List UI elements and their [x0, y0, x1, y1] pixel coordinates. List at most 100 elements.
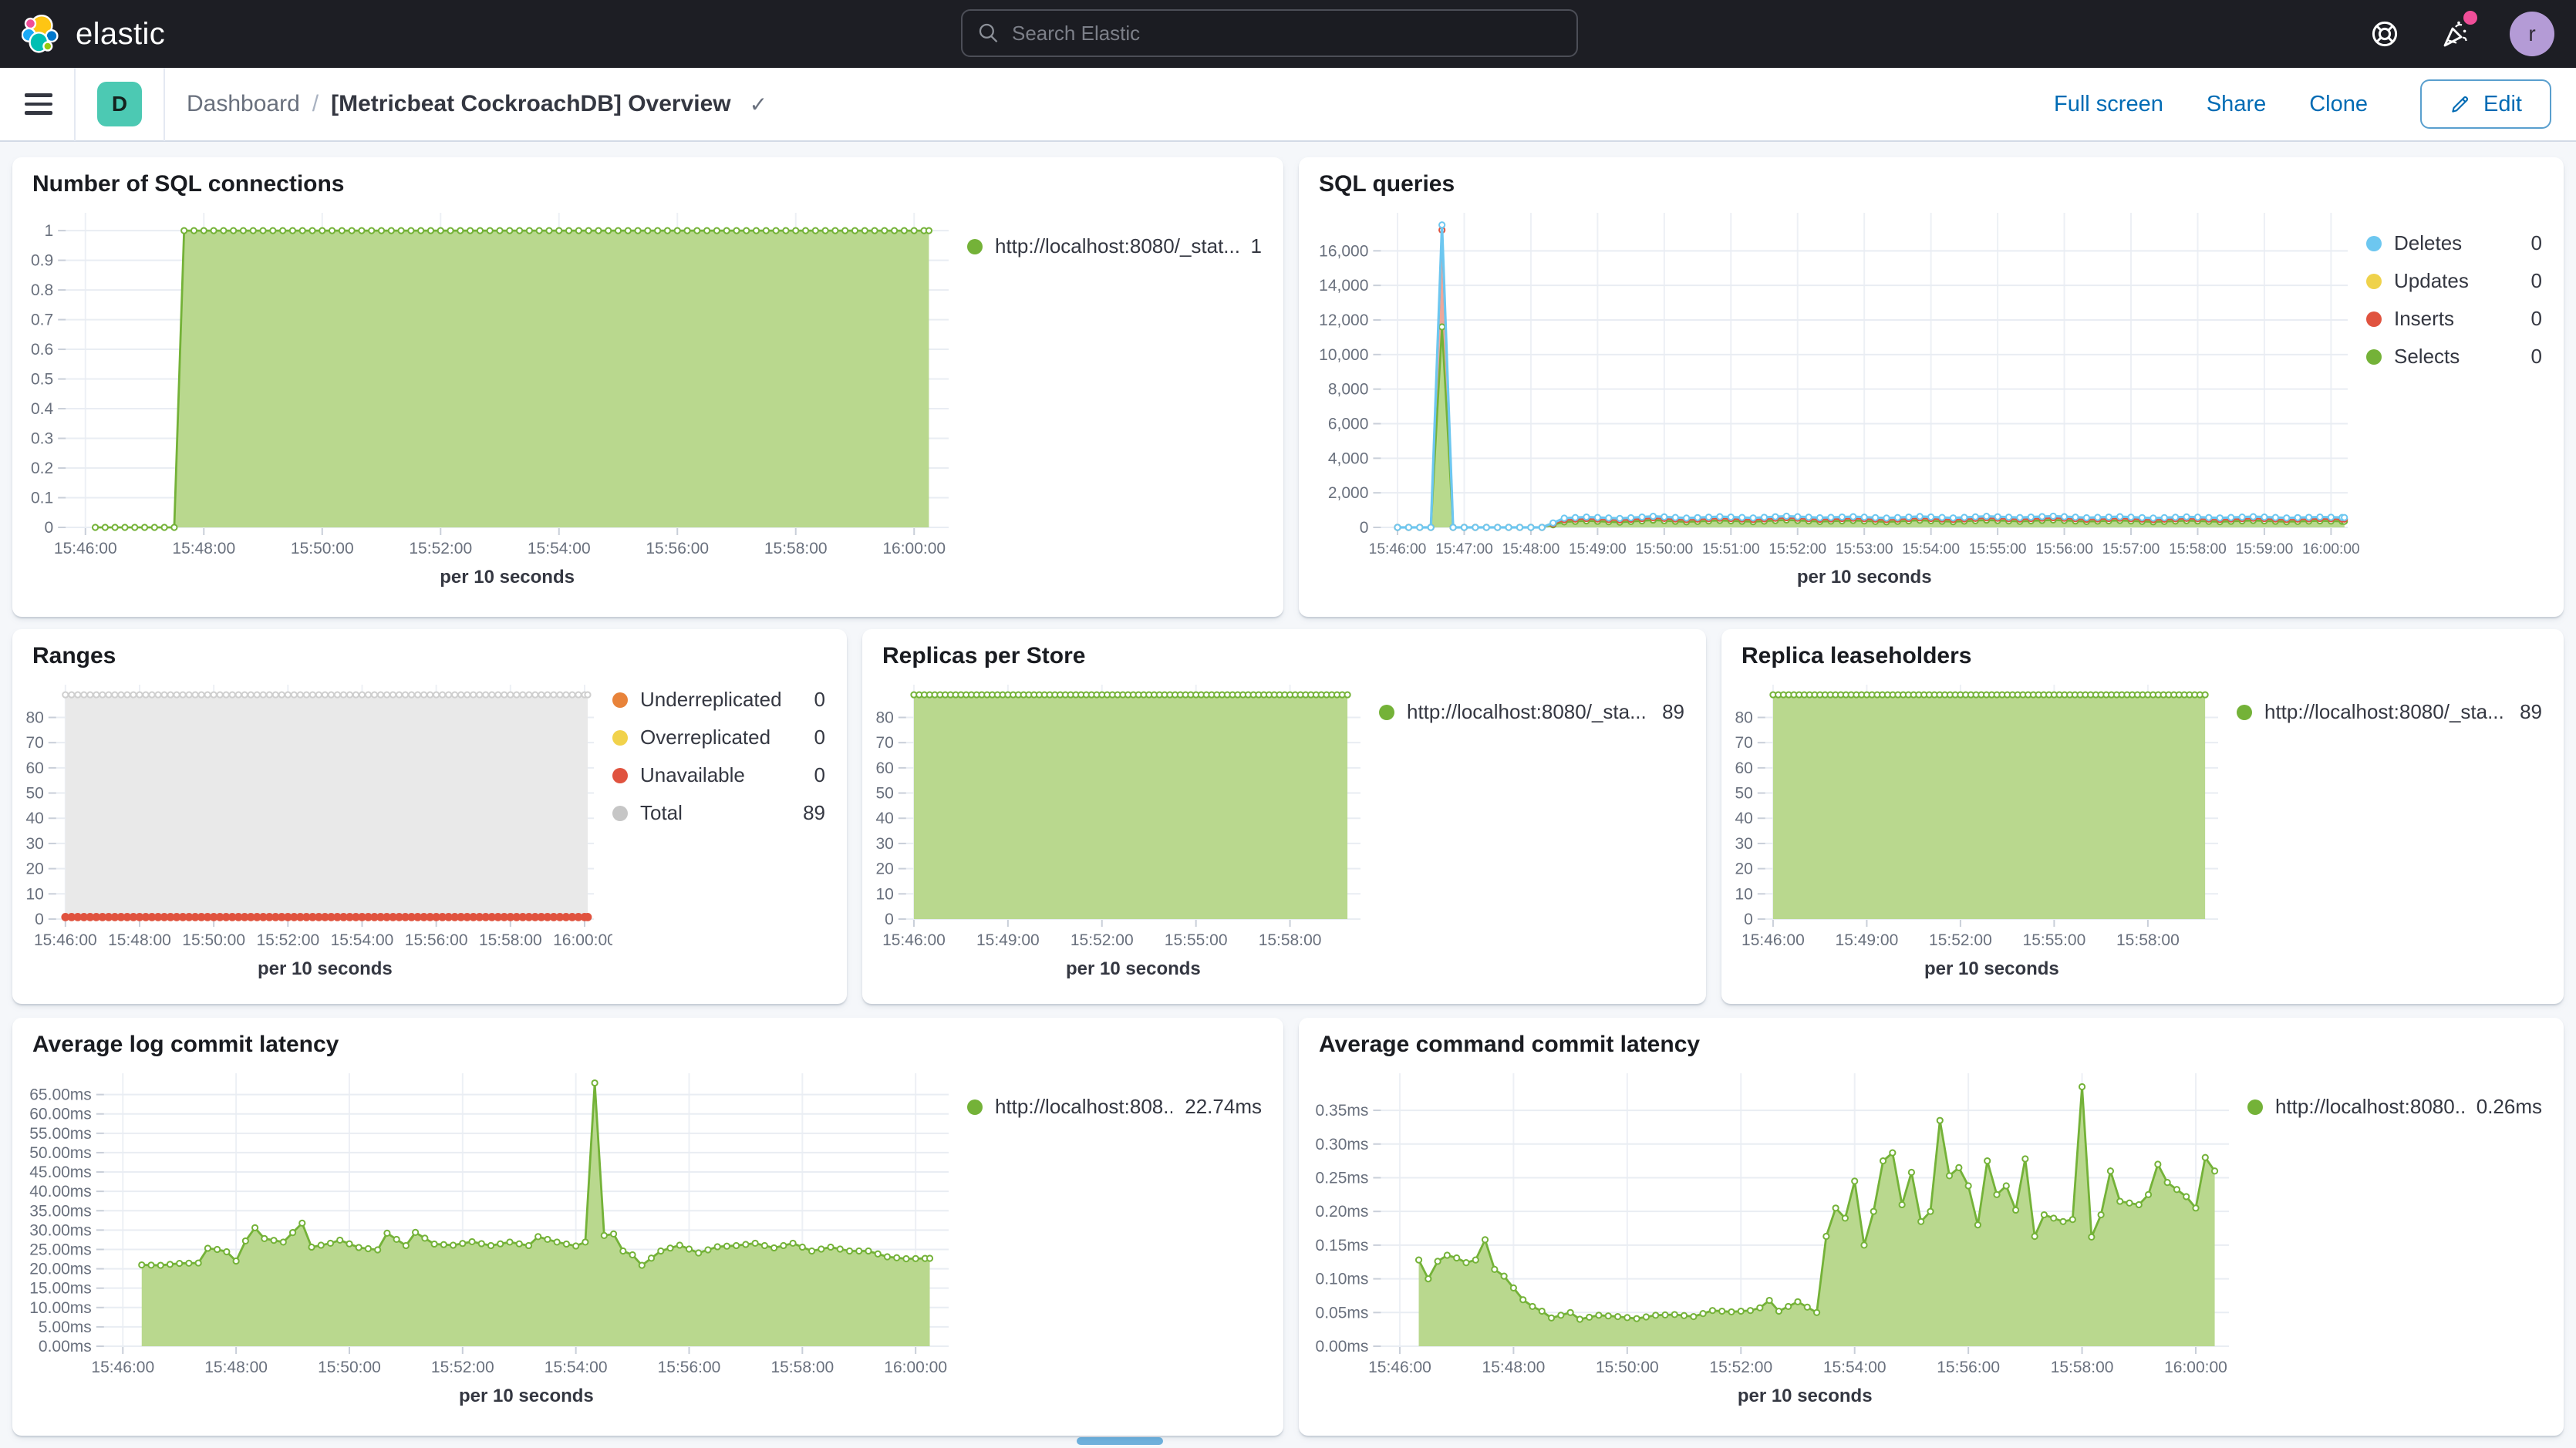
replica-leaseholders-chart[interactable]: 15:46:0015:49:0015:52:0015:55:0015:58:00…	[1721, 672, 2237, 987]
svg-text:50: 50	[1735, 785, 1752, 803]
breadcrumb-dashboard-link[interactable]: Dashboard	[187, 91, 300, 117]
svg-text:15:46:00: 15:46:00	[54, 540, 117, 557]
svg-text:20: 20	[25, 860, 43, 878]
legend-label: Updates	[2394, 269, 2469, 293]
legend-value: 0	[814, 726, 825, 749]
svg-text:0.4: 0.4	[31, 400, 54, 418]
svg-text:15:57:00: 15:57:00	[2102, 541, 2160, 557]
svg-text:15:55:00: 15:55:00	[1165, 931, 1228, 949]
legend-label: Unavailable	[640, 763, 745, 787]
svg-text:15:50:00: 15:50:00	[1635, 541, 1693, 557]
svg-text:16:00:00: 16:00:00	[553, 931, 612, 949]
legend-item[interactable]: Deletes0	[2366, 231, 2542, 255]
legend-dot-icon	[2366, 274, 2382, 289]
newsfeed-button[interactable]	[2439, 17, 2473, 51]
svg-text:15:46:00: 15:46:00	[91, 1359, 154, 1376]
svg-text:0: 0	[35, 911, 44, 928]
legend-label: Total	[640, 801, 683, 825]
svg-text:16:00:00: 16:00:00	[882, 540, 946, 557]
legend-item[interactable]: http://localhost:8080/_sta...89	[2237, 700, 2542, 724]
legend-value: 0	[814, 688, 825, 712]
ranges-chart[interactable]: 15:46:0015:48:0015:50:0015:52:0015:54:00…	[12, 672, 612, 987]
divider	[74, 67, 76, 141]
svg-text:15:46:00: 15:46:00	[882, 931, 946, 949]
legend-item[interactable]: Unavailable 0	[612, 763, 825, 787]
svg-text:10: 10	[875, 885, 893, 903]
legend-item[interactable]: Selects0	[2366, 345, 2542, 369]
svg-text:0.1: 0.1	[31, 490, 53, 507]
legend-item[interactable]: Total89	[612, 801, 825, 825]
legend-item[interactable]: Underreplicated0	[612, 688, 825, 712]
svg-text:15:46:00: 15:46:00	[34, 931, 97, 949]
sql-queries-chart[interactable]: 15:46:0015:47:0015:48:0015:49:0015:50:00…	[1299, 200, 2366, 595]
svg-text:15:54:00: 15:54:00	[545, 1359, 608, 1376]
dashboard-app-badge[interactable]: D	[97, 82, 142, 126]
svg-text:per 10 seconds: per 10 seconds	[1066, 958, 1201, 979]
svg-text:15:54:00: 15:54:00	[1823, 1359, 1886, 1376]
chart-legend: http://localhost:8080/_sta...89	[2237, 672, 2564, 738]
svg-text:14,000: 14,000	[1319, 277, 1368, 295]
legend-dot-icon	[2366, 311, 2382, 327]
legend-item[interactable]: http://localhost:8080/_stat...1	[967, 234, 1262, 258]
legend-value: 0	[2531, 307, 2542, 331]
legend-value: 22.74ms	[1185, 1095, 1262, 1119]
global-search[interactable]	[961, 9, 1578, 57]
svg-text:80: 80	[875, 709, 893, 726]
full-screen-button[interactable]: Full screen	[2054, 92, 2163, 117]
user-avatar[interactable]: r	[2510, 12, 2554, 56]
share-button[interactable]: Share	[2207, 92, 2266, 117]
search-icon	[978, 22, 1000, 44]
svg-text:15:52:00: 15:52:00	[409, 540, 472, 557]
svg-text:40.00ms: 40.00ms	[29, 1183, 92, 1200]
title-check-icon[interactable]: ✓	[750, 92, 767, 117]
legend-item[interactable]: Updates0	[2366, 269, 2542, 293]
breadcrumb-separator: /	[312, 91, 319, 117]
svg-text:15:54:00: 15:54:00	[331, 931, 394, 949]
replicas-per-store-chart[interactable]: 15:46:0015:49:0015:52:0015:55:0015:58:00…	[862, 672, 1379, 987]
help-button[interactable]	[2368, 17, 2402, 51]
svg-text:40: 40	[25, 810, 43, 827]
legend-item[interactable]: Overreplicated0	[612, 726, 825, 749]
svg-text:15:52:00: 15:52:00	[1768, 541, 1826, 557]
svg-text:20: 20	[1735, 860, 1752, 878]
panel-log-commit-latency: Average log commit latency 15:46:0015:48…	[12, 1018, 1283, 1436]
legend-dot-icon	[967, 1099, 983, 1115]
panel-title: Average log commit latency	[12, 1018, 1283, 1061]
elastic-logo[interactable]: elastic	[22, 14, 165, 54]
svg-text:0.2: 0.2	[31, 460, 53, 477]
log-commit-latency-chart[interactable]: 15:46:0015:48:0015:50:0015:52:0015:54:00…	[12, 1061, 967, 1414]
svg-text:15:46:00: 15:46:00	[1368, 1359, 1431, 1376]
svg-text:15:52:00: 15:52:00	[431, 1359, 494, 1376]
legend-dot-icon	[2247, 1099, 2263, 1115]
svg-text:60.00ms: 60.00ms	[29, 1106, 92, 1123]
panel-sql-queries: SQL queries 15:46:0015:47:0015:48:0015:4…	[1299, 157, 2564, 617]
legend-value: 0	[814, 763, 825, 787]
svg-text:per 10 seconds: per 10 seconds	[1924, 958, 2059, 979]
menu-button[interactable]	[25, 93, 52, 115]
command-commit-latency-chart[interactable]: 15:46:0015:48:0015:50:0015:52:0015:54:00…	[1299, 1061, 2247, 1414]
breadcrumb: Dashboard / [Metricbeat CockroachDB] Ove…	[187, 91, 767, 117]
edit-button[interactable]: Edit	[2420, 79, 2551, 129]
legend-item[interactable]: http://localhost:808...22.74ms	[967, 1095, 1262, 1119]
search-input[interactable]	[1012, 22, 1561, 45]
sql-connections-chart[interactable]: 15:46:0015:48:0015:50:0015:52:0015:54:00…	[12, 200, 967, 595]
svg-text:15:58:00: 15:58:00	[1259, 931, 1322, 949]
svg-text:0.05ms: 0.05ms	[1316, 1304, 1369, 1322]
legend-dot-icon	[1379, 705, 1394, 720]
legend-item[interactable]: http://localhost:8080/_sta...89	[1379, 700, 1684, 724]
svg-text:per 10 seconds: per 10 seconds	[459, 1386, 594, 1406]
svg-text:0.25ms: 0.25ms	[1316, 1169, 1369, 1187]
legend-label: http://localhost:8080...	[2275, 1095, 2464, 1119]
panel-title: Average command commit latency	[1299, 1018, 2564, 1061]
svg-text:80: 80	[25, 709, 43, 726]
legend-label: http://localhost:8080/_sta...	[2264, 700, 2504, 724]
svg-text:15:52:00: 15:52:00	[1929, 931, 1992, 949]
clone-button[interactable]: Clone	[2309, 92, 2368, 117]
svg-text:15:52:00: 15:52:00	[256, 931, 319, 949]
legend-item[interactable]: Inserts0	[2366, 307, 2542, 331]
horizontal-scrollbar[interactable]	[1077, 1437, 1163, 1445]
svg-text:0.00ms: 0.00ms	[1316, 1338, 1369, 1355]
legend-item[interactable]: http://localhost:8080...0.26ms	[2247, 1095, 2542, 1119]
legend-dot-icon	[612, 692, 628, 708]
pencil-icon	[2450, 93, 2471, 115]
